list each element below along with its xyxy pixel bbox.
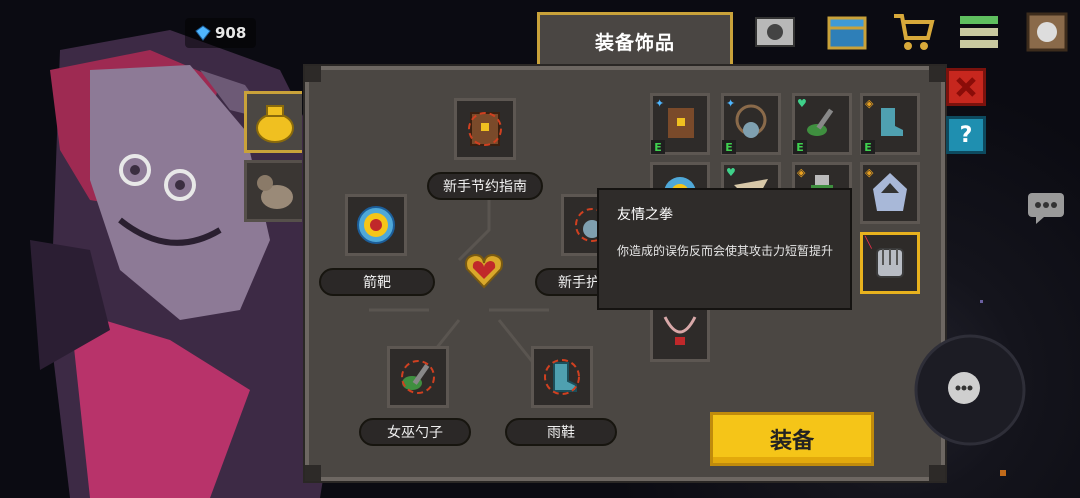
heart-emblem-icon <box>465 253 503 289</box>
tooltip-title: 友情之拳 <box>617 207 673 223</box>
equipped-slot-top[interactable] <box>454 98 516 160</box>
close-button[interactable] <box>946 68 986 106</box>
item-tooltip: 友情之拳 你造成的误伤反而会使其攻击力短暂提升 <box>597 188 852 310</box>
equipped-tag: E <box>722 140 736 154</box>
help-button[interactable]: ? <box>946 116 986 154</box>
inventory-item-friendship-fist[interactable]: ╲ <box>860 232 920 294</box>
rain-boots-icon <box>544 359 580 395</box>
shield-badge-icon: ◈ <box>797 166 806 179</box>
equipped-tag: E <box>793 140 807 154</box>
tab-accessories[interactable] <box>244 91 302 153</box>
gem-counter: 908 <box>185 18 257 48</box>
close-icon <box>956 77 976 97</box>
inventory-item-witch-spoon[interactable]: ♥ E <box>792 93 852 155</box>
heart-badge-icon: ♥ <box>797 97 807 110</box>
equipped-slot-bottom-right[interactable] <box>531 346 593 408</box>
panel-title-tab: 装备饰品 <box>537 12 733 68</box>
guidebook-icon <box>468 112 502 146</box>
shield-badge-icon: ◈ <box>865 166 874 179</box>
menu-list-icon[interactable] <box>956 8 1002 54</box>
equipped-label-left: 箭靶 <box>319 268 435 296</box>
rarity-star-icon: ✦ <box>655 97 665 110</box>
inventory-item-amulet[interactable]: ✦ E <box>721 93 781 155</box>
inventory-item-guidebook[interactable]: ✦ E <box>650 93 710 155</box>
rarity-star-icon: ✦ <box>726 97 736 110</box>
treasure-chest-icon[interactable] <box>824 8 870 54</box>
action-joystick[interactable] <box>910 330 1030 450</box>
target-icon <box>357 206 395 244</box>
equipped-tag: E <box>651 140 665 154</box>
shield-badge-icon: ◈ <box>865 97 874 110</box>
heart-badge-icon: ♥ <box>726 166 736 179</box>
pet-creature-icon <box>257 175 293 209</box>
equipped-slot-bottom-left[interactable] <box>387 346 449 408</box>
equipped-label-bottom-right: 雨鞋 <box>505 418 617 446</box>
equip-button[interactable]: 装备 <box>710 412 874 466</box>
pause-clock-icon[interactable] <box>1024 8 1070 54</box>
gem-count: 908 <box>215 24 247 42</box>
equipped-tag: E <box>861 140 875 154</box>
equipped-label-top: 新手节约指南 <box>427 172 543 200</box>
golden-pot-icon <box>256 105 294 143</box>
equipped-slot-left[interactable] <box>345 194 407 256</box>
witch-spoon-icon <box>401 360 435 394</box>
inventory-item-hood[interactable]: ◈ <box>860 162 920 224</box>
chat-bubble-icon[interactable] <box>1026 191 1066 225</box>
shop-cart-icon[interactable] <box>890 8 936 54</box>
tooltip-description: 你造成的误伤反而会使其攻击力短暂提升 <box>617 244 834 258</box>
panel-title: 装备饰品 <box>594 32 675 54</box>
equipped-label-bottom-left: 女巫勺子 <box>359 418 471 446</box>
tab-pets[interactable] <box>244 160 302 222</box>
necklace-icon <box>663 316 697 345</box>
camera-icon[interactable] <box>752 8 798 54</box>
inventory-item-rain-boots[interactable]: ◈ E <box>860 93 920 155</box>
new-marker-icon: ╲ <box>865 236 872 249</box>
gem-icon <box>195 25 211 41</box>
